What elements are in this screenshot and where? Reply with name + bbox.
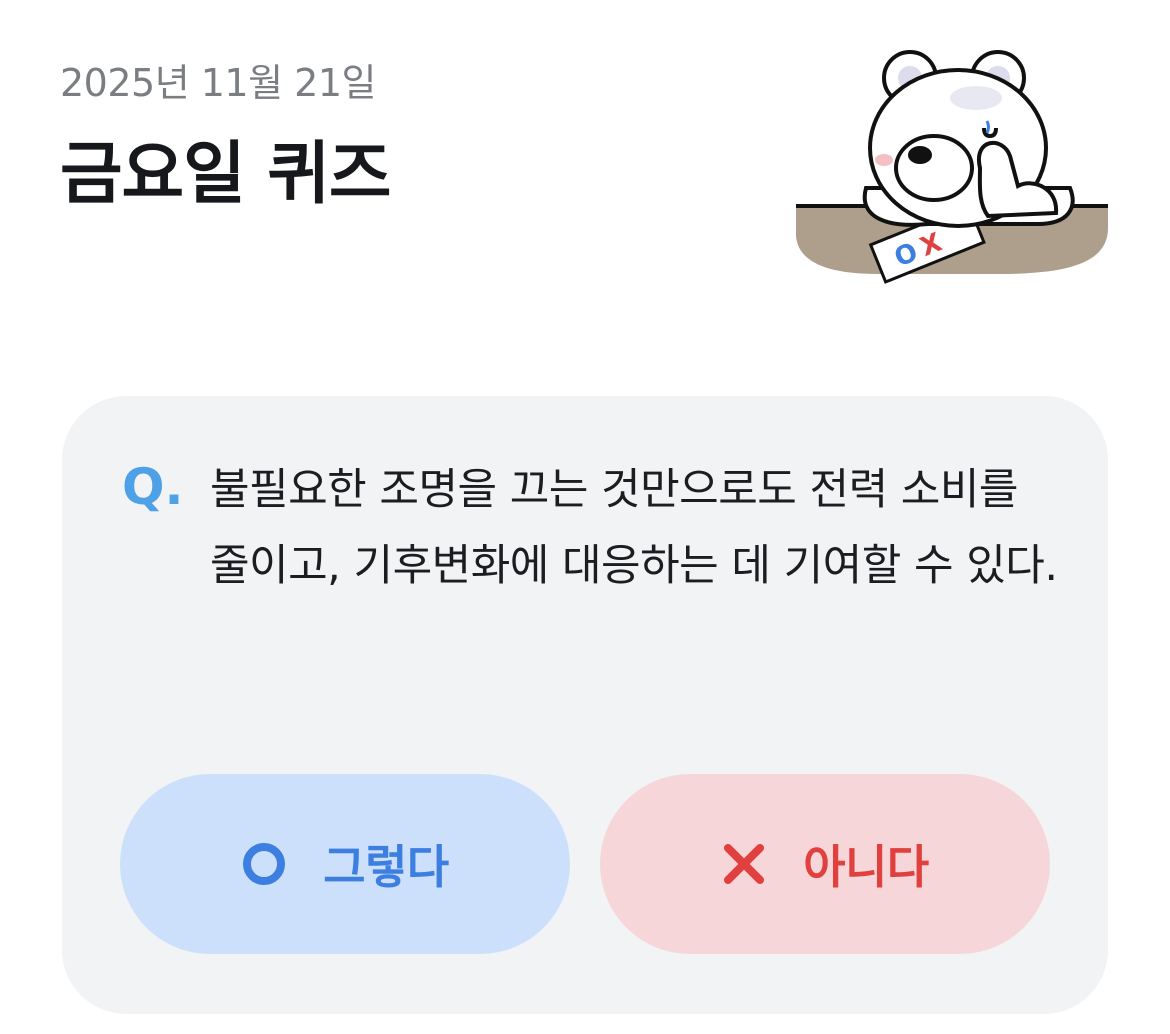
quiz-question-text: 불필요한 조명을 끄는 것만으로도 전력 소비를 줄이고, 기후변화에 대응하는… xyxy=(210,465,1058,591)
quiz-card: Q. 불필요한 조명을 끄는 것만으로도 전력 소비를 줄이고, 기후변화에 대… xyxy=(62,396,1108,1014)
quiz-page: 2025년 11월 21일 금요일 퀴즈 O X Q. 불필요한 조명을 끄는 … xyxy=(0,0,1170,1034)
answer-no-button[interactable]: 아니다 xyxy=(600,774,1050,954)
answer-yes-label: 그렇다 xyxy=(323,840,449,894)
quiz-date: 2025년 11월 21일 xyxy=(60,61,376,105)
cross-x-icon xyxy=(724,844,765,884)
polar-bear-mascot: O X xyxy=(796,50,1108,284)
circle-o-icon xyxy=(243,843,286,885)
page-title: 금요일 퀴즈 xyxy=(60,135,391,214)
answer-no-label: 아니다 xyxy=(803,840,929,894)
answer-yes-button[interactable]: 그렇다 xyxy=(120,774,570,954)
question-mark-label: Q. xyxy=(122,458,184,516)
